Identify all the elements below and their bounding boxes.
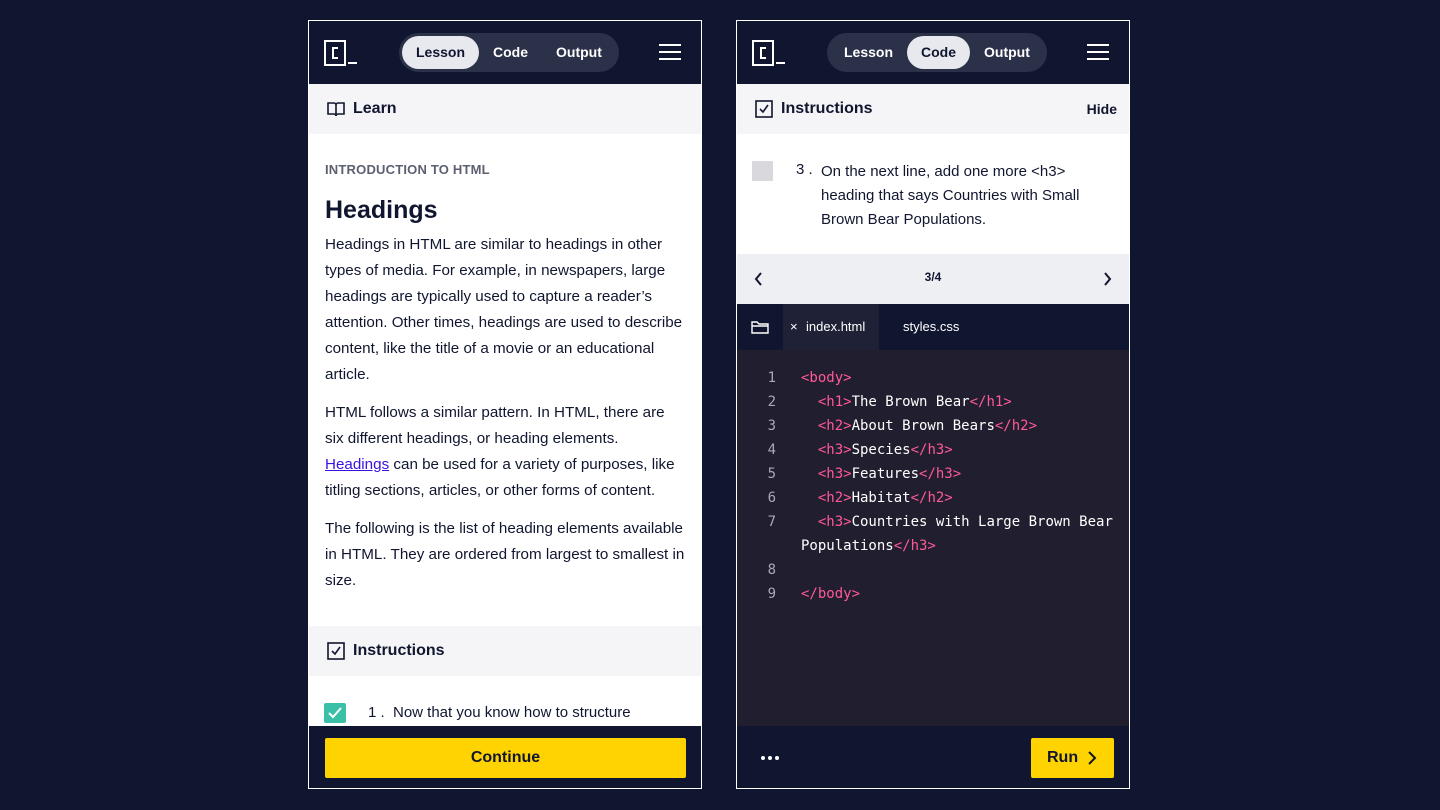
instructions-label: Instructions <box>353 642 445 659</box>
line-number: 2 <box>767 394 776 410</box>
lesson-title: Headings <box>325 196 438 224</box>
line-number: 9 <box>767 586 776 602</box>
chevron-right-icon <box>1088 751 1097 765</box>
tab-output[interactable]: Output <box>542 36 616 69</box>
book-icon <box>327 102 345 117</box>
more-options-icon[interactable] <box>761 750 781 766</box>
lesson-paragraph-2: HTML follows a similar pattern. In HTML,… <box>325 400 685 504</box>
code-line[interactable]: <h3>Countries with Large Brown Bear <box>801 514 1113 530</box>
tab-output[interactable]: Output <box>970 36 1044 69</box>
code-text: Species <box>851 442 911 458</box>
line-number: 4 <box>767 442 776 458</box>
line-number: 1 <box>767 370 776 386</box>
task-number: 1 . <box>368 704 385 721</box>
code-tag: </h3> <box>910 442 953 458</box>
code-tag: <h3> <box>817 514 852 530</box>
lesson-content[interactable]: INTRODUCTION TO HTML Headings Headings i… <box>309 134 701 626</box>
lesson-paragraph-3: The following is the list of heading ele… <box>325 520 685 589</box>
pager-count: 3/4 <box>924 270 942 284</box>
code-tag: </body> <box>801 586 861 602</box>
top-nav: Lesson Code Output <box>737 21 1129 84</box>
tab-code[interactable]: Code <box>479 36 542 69</box>
file-tab-label: index.html <box>806 319 866 334</box>
code-tag: <h3> <box>817 466 852 482</box>
run-label: Run <box>1047 749 1079 766</box>
task-pager: 3/4 <box>737 254 1129 304</box>
code-panel: Lesson Code Output Instructions Hide 3 .… <box>736 20 1130 789</box>
tab-code[interactable]: Code <box>907 36 971 69</box>
file-tab-index[interactable]: × index.html <box>783 304 879 350</box>
code-tag: <body> <box>801 370 852 386</box>
hide-button[interactable]: Hide <box>1087 101 1117 117</box>
learn-label: Learn <box>353 100 397 117</box>
task-item: 1 . Now that you know how to structure <box>309 676 701 726</box>
code-line[interactable]: </body> <box>801 586 860 602</box>
code-tag: <h2> <box>817 418 852 434</box>
code-text: About Brown Bears <box>851 418 995 434</box>
codecademy-logo-icon[interactable] <box>752 40 786 66</box>
code-line[interactable]: <h1>The Brown Bear</h1> <box>801 394 1012 410</box>
tab-lesson[interactable]: Lesson <box>402 36 480 69</box>
code-editor[interactable]: 1 <body> 2 <h1>The Brown Bear</h1> 3 <h2>Ab… <box>737 350 1129 726</box>
chevron-right-icon[interactable] <box>1099 270 1115 288</box>
task-checkbox[interactable] <box>752 161 773 181</box>
hamburger-menu-icon[interactable] <box>659 44 681 60</box>
course-eyebrow: INTRODUCTION TO HTML <box>325 162 490 177</box>
paragraph-text: HTML follows a similar pattern. In HTML,… <box>325 404 665 447</box>
code-text: Habitat <box>851 490 911 506</box>
task-complete-checkbox[interactable] <box>324 703 346 723</box>
lesson-paragraph-1: Headings in HTML are similar to headings… <box>325 236 683 383</box>
line-number: 8 <box>767 562 776 578</box>
code-text: The Brown Bear <box>851 394 970 410</box>
top-nav: Lesson Code Output <box>309 21 701 84</box>
code-tag: <h1> <box>817 394 852 410</box>
code-tag: <h3> <box>817 442 852 458</box>
folder-icon[interactable] <box>751 319 769 335</box>
close-icon[interactable]: × <box>790 319 798 334</box>
line-number: 3 <box>767 418 776 434</box>
view-switcher: Lesson Code Output <box>827 33 1047 72</box>
code-tag: <h2> <box>817 490 852 506</box>
code-text: Countries with Large Brown Bear <box>851 514 1113 530</box>
task-text: On the next line, add one more <h3> head… <box>821 163 1080 228</box>
codecademy-logo-icon[interactable] <box>324 40 358 66</box>
code-line[interactable]: Populations</h3> <box>801 538 936 554</box>
code-tag: </h2> <box>994 418 1038 434</box>
file-tabs: × index.html styles.css <box>737 304 1129 350</box>
headings-link[interactable]: Headings <box>325 456 389 473</box>
code-line[interactable]: <h3>Species</h3> <box>801 442 953 458</box>
tab-lesson[interactable]: Lesson <box>830 36 907 69</box>
code-text: Populations <box>801 538 894 554</box>
task-number: 3 . <box>796 161 813 178</box>
run-button[interactable]: Run <box>1031 738 1114 778</box>
code-tag: </h2> <box>910 490 953 506</box>
task-text: Now that you know how to structure <box>393 704 631 721</box>
line-number: 7 <box>767 514 776 530</box>
line-number: 6 <box>767 490 776 506</box>
code-line[interactable]: <h2>About Brown Bears</h2> <box>801 418 1037 434</box>
code-tag: </h3> <box>919 466 962 482</box>
check-icon <box>328 707 342 719</box>
instructions-label: Instructions <box>781 100 873 117</box>
hamburger-menu-icon[interactable] <box>1087 44 1109 60</box>
code-tag: </h1> <box>969 394 1012 410</box>
view-switcher: Lesson Code Output <box>399 33 619 72</box>
code-footer: Run <box>737 726 1129 788</box>
instructions-header: Instructions <box>309 626 701 676</box>
continue-button[interactable]: Continue <box>325 738 686 778</box>
code-line[interactable]: <h2>Habitat</h2> <box>801 490 953 506</box>
code-line[interactable]: <body> <box>801 370 852 386</box>
code-text: Features <box>851 466 920 482</box>
checkbox-icon <box>327 642 345 660</box>
code-line[interactable]: <h3>Features</h3> <box>801 466 961 482</box>
line-number: 5 <box>767 466 776 482</box>
checkbox-icon <box>755 100 773 118</box>
task-item: 3 . On the next line, add one more <h3> … <box>737 134 1129 254</box>
file-tab-styles[interactable]: styles.css <box>903 319 959 334</box>
lesson-panel: Lesson Code Output Learn INTRODUCTION TO… <box>308 20 702 789</box>
lesson-footer: Continue <box>309 726 701 788</box>
code-tag: </h3> <box>893 538 936 554</box>
learn-header: Learn <box>309 84 701 134</box>
instructions-header: Instructions Hide <box>737 84 1129 134</box>
